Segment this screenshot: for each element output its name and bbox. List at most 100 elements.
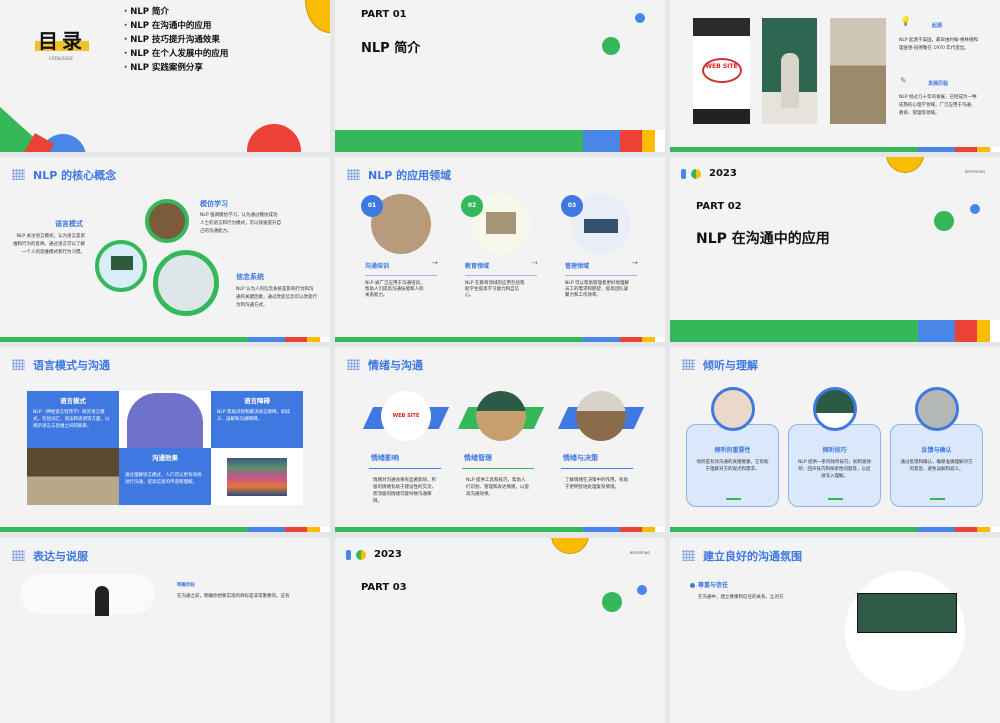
communication-effect-cell: 沟通效果 通过理解语言模式，人们可以更有效地进行沟通，提高信息的传递和理解。	[119, 448, 211, 505]
classroom-image	[153, 250, 219, 316]
divider	[561, 468, 633, 469]
decor-red-circle	[247, 124, 301, 152]
color-bar	[0, 527, 330, 532]
dots-icon	[347, 169, 360, 180]
classroom-image	[915, 387, 959, 431]
toc-item: · NLP 在个人发展中的应用	[124, 49, 229, 59]
toc-item: · NLP 技巧提升沟通效果	[124, 35, 220, 45]
field-text: NLP 可以帮助管理者更好地理解员工的需求和期望，提高团队凝聚力和工作效率。	[565, 281, 630, 298]
toc-item: · NLP 实践案例分享	[124, 63, 203, 73]
arrow-right-icon: →	[632, 259, 638, 267]
field-text: NLP 被广泛应用于沟通培训，帮助人们提高沟通技能和人际关系能力。	[365, 281, 425, 298]
part-title: NLP 在沟通中的应用	[696, 231, 830, 247]
slide-title: 倾听与理解	[703, 359, 758, 372]
slide-thumbnail-part1[interactable]: PART 01 NLP 简介	[335, 0, 665, 152]
decor-blue-dot	[635, 13, 645, 23]
color-bar	[670, 527, 1000, 532]
toc-list: · NLP 简介 · NLP 在沟通中的应用 · NLP 技巧提升沟通效果 · …	[124, 5, 228, 75]
slide-thumbnail-language[interactable]: 语言模式与沟通 语言模式 NLP（神经语言程序学）研究语言模式，包括词汇、语法和语…	[0, 347, 330, 532]
classroom-image	[27, 448, 119, 505]
pencil-icon: ✎	[900, 76, 907, 85]
field-title: 沟通培训	[365, 263, 390, 270]
history-text: NLP 经过几十年的发展，已经成为一种成熟的心理学领域，广泛应用于沟通、教育、管…	[899, 95, 977, 116]
slide-thumbnail-atmosphere[interactable]: 建立良好的沟通氛围 尊重与信任 在沟通中，建立尊重和信任的关系，让对方	[670, 538, 1000, 723]
divider	[465, 275, 537, 276]
emotion-title: 情绪管理	[464, 454, 492, 462]
decor-yellow-circle	[305, 0, 330, 33]
emotion-title: 情绪影响	[371, 454, 399, 462]
books-stack-image	[211, 448, 303, 505]
slide-title: 表达与说服	[33, 550, 88, 563]
emotion-text: NLP 提供工具和技巧，帮助人们识别、管理和表达情绪，以提高沟通效果。	[466, 478, 529, 497]
divider	[565, 275, 637, 276]
divider	[365, 275, 437, 276]
dots-icon	[347, 359, 360, 370]
teacher-cartoon-image	[95, 240, 147, 292]
year-label: 2023	[709, 168, 737, 179]
toc-title: 目录	[38, 29, 86, 53]
part-label: PART 02	[696, 201, 742, 212]
year-label: 2023	[374, 549, 402, 560]
field-title: 教育领域	[465, 263, 490, 270]
slide-thumbnail-emotion[interactable]: 情绪与沟通 WEB SITE 情绪影响 情绪对沟通效果有显著影响，积极的情绪有助…	[335, 347, 665, 532]
color-bar	[335, 337, 665, 342]
color-bar	[0, 337, 330, 342]
number-badge: 02	[461, 195, 483, 217]
reporting-label: REPORTING	[630, 551, 651, 555]
slide-title: 情绪与沟通	[368, 359, 423, 372]
color-bar	[335, 527, 665, 532]
part-title: NLP 简介	[361, 41, 421, 56]
slide-thumbnail-core-concepts[interactable]: NLP 的核心概念 语言模式 NLP 关注语言模式，认为语言是思维和行为的反映，…	[0, 157, 330, 342]
people-magnet-image	[711, 387, 755, 431]
dots-icon	[12, 169, 25, 180]
origin-title: 起源	[932, 23, 943, 29]
website-image: WEB SITE	[381, 391, 431, 441]
number-badge: 01	[361, 195, 383, 217]
toc-subtitle: CATALOGUE	[49, 56, 73, 61]
listen-card: 倾听的重要性 倾听是有效沟通的关键要素，它有助于理解对方的观点和需求。	[686, 424, 779, 507]
field-title: 管理领域	[565, 263, 590, 270]
slide-thumbnail-origin[interactable]: WEB SITE 💡 起源 NLP 起源于美国，最早由约翰·格林德和理查德·班德…	[670, 0, 1000, 152]
number-badge: 03	[561, 195, 583, 217]
decor-green-dot	[934, 211, 954, 231]
decor-blue-dot	[637, 585, 647, 595]
respect-text: 在沟通中，建立尊重和信任的关系，让对方	[698, 595, 784, 600]
dots-icon	[12, 550, 25, 561]
concept-text: NLP 关注语言模式，认为语言是思维和行为的反映，通过语言可以了解一个人的思维模…	[13, 234, 85, 255]
history-title: 发展历程	[928, 81, 949, 87]
decor-green-dot	[602, 37, 620, 55]
chalkboard-image	[845, 571, 965, 691]
slide-thumbnail-listening[interactable]: 倾听与理解 倾听的重要性 倾听是有效沟通的关键要素，它有助于理解对方的观点和需求。…	[670, 347, 1000, 532]
divider	[369, 468, 441, 469]
slide-title: 建立良好的沟通氛围	[703, 550, 802, 563]
concept-title: 信念系统	[236, 273, 264, 281]
bullet-dot	[690, 583, 695, 588]
slide-thumbnail-expression[interactable]: 表达与说服 明确目标 在沟通之前，明确你想要实现的目标是非常重要的。这有	[0, 538, 330, 723]
slide-thumbnail-toc[interactable]: 目录 CATALOGUE · NLP 简介 · NLP 在沟通中的应用 · NL…	[0, 0, 330, 152]
concept-title: 语言模式	[55, 220, 83, 228]
decor-blue-dot	[970, 204, 980, 214]
slide-thumbnail-fields[interactable]: NLP 的应用领域 01 沟通培训 → NLP 被广泛应用于沟通培训，帮助人们提…	[335, 157, 665, 342]
color-bar	[335, 130, 665, 152]
language-pattern-cell: 语言模式 NLP（神经语言程序学）研究语言模式，包括词汇、语法和语调等方面，以揭示…	[27, 391, 119, 448]
slide-thumbnail-part3[interactable]: 2023 REPORTING PART 03	[335, 538, 665, 723]
field-text: NLP 在教育领域的应用包括帮助学生提高学习能力和自信心。	[465, 281, 525, 298]
classroom-image	[830, 18, 886, 124]
kids-books-illustration	[119, 391, 211, 448]
dots-icon	[12, 359, 25, 370]
part-label: PART 03	[361, 582, 407, 593]
concept-text: NLP 强调模仿学习，认为通过模仿成功人士的语言和行为模式，可以快速提升自己的沟…	[200, 213, 281, 234]
toc-item: · NLP 简介	[124, 7, 169, 17]
emotion-title: 情绪与决策	[563, 454, 598, 462]
teacher-cartoon-image	[813, 387, 857, 431]
origin-text: NLP 起源于美国，最早由约翰·格林德和理查德·班德勒在 1970 年代提出。	[899, 38, 978, 51]
logo-icon	[681, 169, 686, 179]
teacher-image	[762, 18, 817, 124]
logo-circle-icon	[356, 550, 366, 560]
dots-icon	[682, 359, 695, 370]
slide-thumbnail-part2[interactable]: 2023 REPORTING PART 02 NLP 在沟通中的应用	[670, 157, 1000, 342]
arrow-right-icon: →	[432, 259, 438, 267]
respect-title: 尊重与信任	[698, 582, 729, 589]
emotion-text: 情绪对沟通效果有显著影响，积极的情绪有助于建设性的交流，而消极的情绪可能导致沟通…	[373, 478, 436, 504]
goal-title: 明确目标	[177, 583, 195, 588]
